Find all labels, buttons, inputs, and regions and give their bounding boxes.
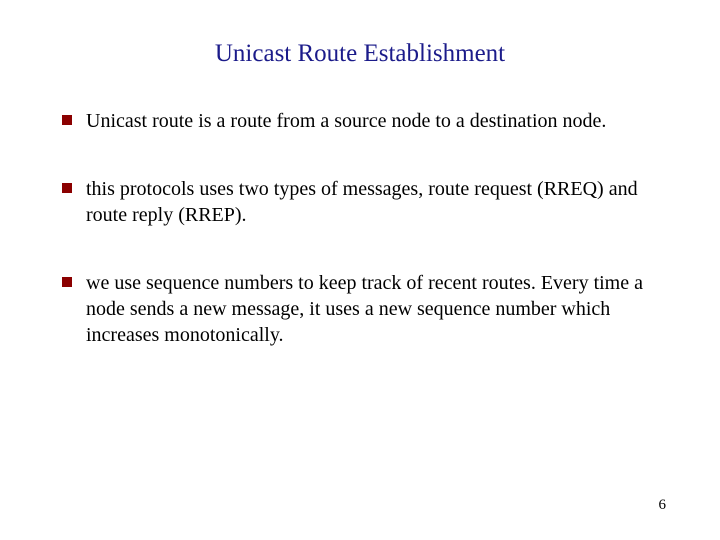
slide: Unicast Route Establishment Unicast rout… <box>0 0 720 540</box>
page-title: Unicast Route Establishment <box>50 40 670 68</box>
page-number: 6 <box>659 497 667 514</box>
list-item: we use sequence numbers to keep track of… <box>50 270 670 348</box>
list-item: this protocols uses two types of message… <box>50 176 670 228</box>
list-item: Unicast route is a route from a source n… <box>50 108 670 134</box>
bullet-list: Unicast route is a route from a source n… <box>50 108 670 348</box>
